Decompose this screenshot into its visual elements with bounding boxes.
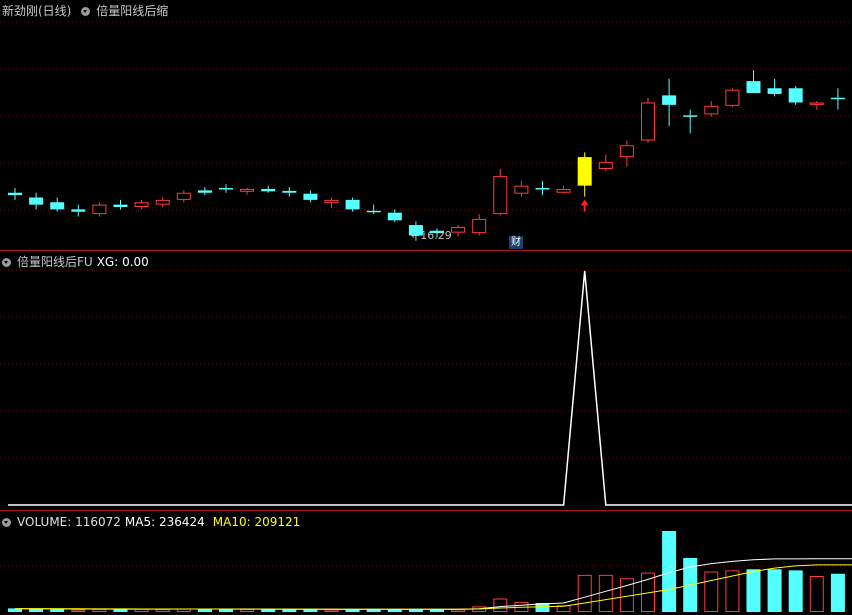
volume-bar — [430, 609, 444, 612]
volume-bar — [240, 609, 255, 612]
candle-body — [324, 199, 339, 204]
candle-body — [50, 202, 65, 210]
candle-body — [113, 204, 128, 207]
candle-body — [577, 157, 592, 186]
candle-body — [155, 199, 170, 205]
volume-bar — [704, 571, 719, 612]
volume-bar — [451, 609, 466, 613]
volume-bar — [493, 598, 508, 612]
candle-body — [725, 89, 740, 106]
volume-header: VOLUME: 116072 MA5: 236424 MA10: 209121 — [2, 514, 306, 530]
candle-body — [387, 212, 402, 221]
volume-bar — [809, 576, 824, 612]
volume-pane[interactable]: VOLUME: 116072 MA5: 236424 MA10: 209121 — [0, 511, 852, 615]
candle-body — [451, 226, 466, 233]
collapse-icon[interactable] — [2, 258, 11, 267]
candle-body — [788, 88, 803, 103]
candlestick-chart[interactable] — [0, 0, 852, 251]
ma5-value: MA5: 236424 — [124, 515, 205, 529]
candle-body — [92, 204, 107, 215]
volume-bar — [113, 609, 128, 612]
candle-body — [71, 209, 86, 212]
volume-bar — [134, 608, 149, 612]
volume-bar — [324, 609, 339, 613]
volume-value: VOLUME: 116072 — [17, 515, 121, 529]
candle-body — [282, 190, 297, 193]
kline-title: 新劲刚(日线) — [2, 4, 72, 18]
event-badge[interactable]: 财 — [509, 236, 523, 249]
xg-header: 倍量阳线后FU XG: 0.00 — [2, 254, 155, 270]
volume-bar — [219, 609, 233, 612]
candle-body — [134, 202, 149, 207]
volume-bar — [155, 609, 170, 612]
signal-arrow-icon — [580, 199, 589, 206]
xg-pane[interactable]: 倍量阳线后FU XG: 0.00 — [0, 251, 852, 510]
xg-line-chart[interactable] — [0, 251, 852, 510]
candle-body — [704, 105, 719, 115]
candle-body — [641, 102, 655, 141]
volume-bar — [261, 609, 276, 612]
candle-body — [767, 88, 782, 94]
xg-series-line — [8, 270, 852, 506]
volume-bar — [746, 569, 761, 612]
candle-body — [556, 188, 571, 193]
candle-body — [240, 188, 255, 192]
candle-body — [8, 192, 22, 196]
volume-bar — [788, 570, 803, 612]
collapse-icon[interactable] — [2, 518, 11, 527]
candle-body — [176, 192, 191, 200]
xg-value: XG: 0.00 — [96, 255, 149, 269]
candle-body — [830, 97, 845, 100]
kline-pane[interactable]: 新劲刚(日线) 倍量阳线后缩 ←16.29 财 — [0, 0, 852, 251]
collapse-icon[interactable] — [81, 7, 91, 16]
volume-bar — [598, 574, 613, 612]
candle-body — [598, 161, 613, 169]
candle-body — [303, 193, 318, 200]
candle-body — [472, 218, 487, 234]
indicator-name[interactable]: 倍量阳线后缩 — [96, 4, 168, 18]
kline-header: 新劲刚(日线) 倍量阳线后缩 — [2, 3, 174, 19]
volume-bar — [92, 609, 107, 612]
candle-body — [619, 145, 634, 158]
candle-body — [514, 185, 529, 194]
candle-body — [493, 176, 508, 215]
candle-body — [366, 210, 381, 213]
volume-bar — [577, 574, 592, 612]
candle-body — [219, 188, 233, 190]
xg-title[interactable]: 倍量阳线后FU — [17, 255, 93, 269]
candle-body — [197, 190, 212, 193]
candle-body — [261, 188, 276, 192]
volume-bar — [71, 609, 86, 613]
volume-bar — [50, 609, 65, 612]
candle-body — [662, 95, 677, 105]
volume-bar — [767, 569, 782, 612]
ma10-value: MA10: 209121 — [212, 515, 301, 529]
candle-body — [746, 81, 761, 93]
volume-bar — [830, 573, 845, 612]
candle-body — [535, 188, 550, 190]
candle-body — [683, 115, 698, 117]
low-price-label: ←16.29 — [411, 229, 452, 242]
candle-body — [29, 197, 44, 205]
candle-body — [809, 102, 824, 105]
candle-body — [345, 199, 360, 210]
